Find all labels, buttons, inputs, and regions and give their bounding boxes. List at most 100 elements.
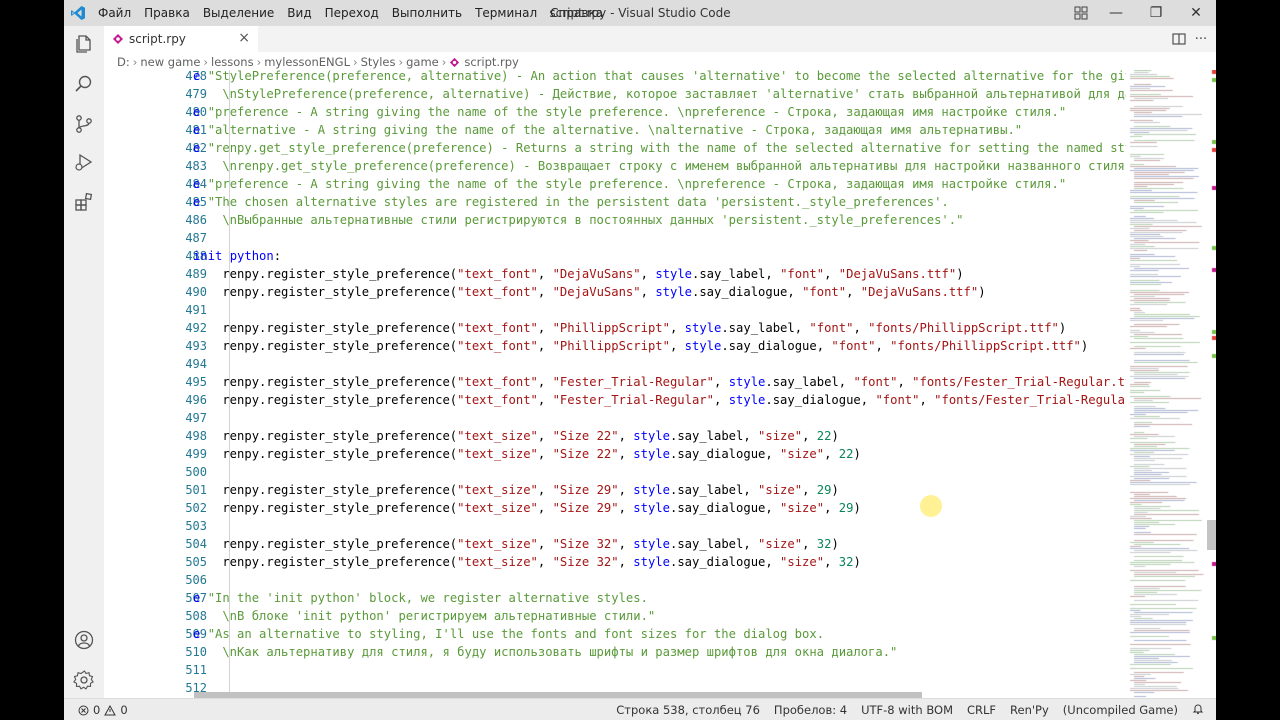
code-line[interactable]: e "alternative - A string giving the nam… [193,121,1022,139]
code-token: "fonts/Fester_Trial-Regular.tt [912,375,1126,389]
vertical-scrollbar-thumb[interactable] [1207,520,1216,550]
minimap[interactable] [1126,70,1216,698]
line-number: 505 [185,555,207,569]
code-line[interactable]: e "The chosen alternative styles are reg… [193,193,949,211]
code-token: "alternative - A string giving the name … [207,123,1023,137]
menu-item-1[interactable]: Правка [144,0,197,26]
code-line[interactable]: renpy.register_style_preference("text_si… [193,499,860,517]
code-editor[interactable]: 478 479 480 481 482 483 484 485 486 487 488 489 490 4… [104,70,1126,698]
menu-item-7[interactable]: Справка [550,0,610,26]
code-line[interactable]: e "As an alternative to styling, I'll us… [193,625,824,643]
code-token: "size" [780,501,825,515]
code-line[interactable]: renpy.register_style_preference("text_si… [193,427,838,445]
code-line[interactable]: renpy.register_style_preference("text_fo… [193,337,1088,355]
code-token: "font" [780,267,825,281]
error-icon [78,705,89,715]
code-line[interactable]: \nВ блоке 'init python' регистрируем аль… [193,607,655,625]
code-token: ) [853,447,861,461]
code-token: "size" [780,447,825,461]
code-token: init [193,249,230,263]
search-icon[interactable] [72,72,96,96]
source-control-icon[interactable] [72,112,96,136]
code-token: .say_label, [669,429,759,443]
code-area[interactable]: e "StylePreference(preference, alternati… [193,70,1126,698]
line-number: 479 [185,87,207,101]
code-line[interactable]: \nStylePreference(preference, alternativ… [193,85,1126,103]
breadcrumb-item[interactable]: script.rpy [464,55,519,69]
breadcrumb-item[interactable]: new game [140,55,200,69]
code-line[interactable]: renpy.register_style_preference("text_fo… [193,373,1126,391]
code-line[interactable]: renpy.register_style_preference("text_si… [193,481,838,499]
end-of-line[interactable]: CRLF [967,703,996,717]
split-editor-button[interactable] [1168,28,1190,50]
game-status[interactable]: (Uncompiled Game) [1063,703,1178,717]
extensions-icon[interactable] [72,190,96,214]
status-bar: 0 0 Строка 538, столбец 76 Пробелов: 4 U… [64,698,1216,720]
code-line[interactable]: \nrenpy.get_style_preference(preference)… [193,157,1126,175]
code-line[interactable]: renpy.register_style_preference("text_fo… [193,265,963,283]
code-token: 29 [838,501,854,515]
code-token: "preference - A string giving the name o… [207,105,1067,119]
code-line[interactable]: renpy.register_style_preference("text_si… [193,445,861,463]
tab-script-rpy[interactable]: script.rpy × [104,26,258,52]
settings-gear-icon[interactable] [72,668,96,692]
code-token: "text_font" [457,339,538,353]
code-token: "size" [758,537,803,551]
code-line[interactable]: renpy.register_style_preference("text_fo… [193,319,1066,337]
code-line[interactable]: renpy.register_style_preference("text_fo… [193,391,1126,409]
breadcrumb-item[interactable]: mylessonENGL [264,55,350,69]
chevron-right-icon: › [203,55,209,69]
code-token: , [846,285,861,299]
code-line[interactable]: e "preference - A string giving the name… [193,175,1066,193]
code-token: "renpy.get_style_preference(preference) … [207,141,1126,155]
code-line[interactable]: renpy.register_style_preference("text_fo… [193,283,985,301]
encoding[interactable]: UTF-8 with BOM [861,703,953,717]
code-line[interactable]: e "renpy.get_style_preference(preference… [193,139,1126,157]
breadcrumb-item[interactable]: game [406,55,439,69]
language-mode[interactable]: Ren'Py [1010,703,1049,717]
run-debug-icon[interactable] [72,150,96,174]
code-line[interactable]: e "In the 'init python' block, we regist… [193,589,648,607]
breadcrumb-item[interactable]: Styles [361,55,396,69]
code-line[interactable]: e "preference - A string giving the name… [193,103,1066,121]
notifications-bell-icon[interactable] [1192,703,1204,718]
code-token: style [633,483,670,497]
code-token: "text_size" [457,501,538,515]
menu-item-4[interactable]: Переход [325,0,386,26]
more-actions-button[interactable]: ··· [1190,28,1212,50]
line-number: 512 [185,681,207,695]
cursor-position[interactable]: Строка 538, столбец 76 [616,703,760,717]
customize-layout-button[interactable] [1066,0,1096,26]
code-token: "fonts/Fester_Trial-Regular [934,393,1126,407]
code-token: .say_dialogue, [765,393,876,407]
code-line[interactable]: init python: [193,247,281,265]
menu-item-6[interactable]: Терминал [475,0,544,26]
menu-item-2[interactable]: Выделение [203,0,281,26]
code-line[interactable]: e "StylePreference(preference, alternati… [193,70,1126,85]
explorer-icon[interactable] [72,32,96,56]
tab-close-icon[interactable]: × [238,30,250,46]
minimize-button[interactable]: — [1096,0,1136,26]
line-number: 478 [185,70,207,83]
code-line[interactable]: \nКак альтернативу для стиля, я буду исп… [193,643,897,661]
breadcrumb-item[interactable]: D: [117,55,130,69]
code-token: , [897,375,913,389]
breadcrumb-item[interactable]: lessons [211,55,254,69]
code-line[interactable]: renpy.register_style_preference("text_si… [193,553,861,571]
problems-indicator[interactable]: 0 0 [78,699,128,720]
menu-item-0[interactable]: Файл [98,0,138,26]
code-token: ) [853,555,861,569]
code-token: ) [1080,339,1089,353]
line-number: 499 [185,447,207,461]
account-icon[interactable] [72,628,96,652]
menu-item-3[interactable]: Вид [287,0,318,26]
menu-item-5[interactable]: Выполнить [392,0,469,26]
code-token: e [193,123,208,137]
indentation[interactable]: Пробелов: 4 [774,703,847,717]
maximize-button[interactable]: ❐ [1136,0,1176,26]
code-line[interactable]: renpy.register_style_preference("text_si… [193,535,838,553]
code-token: renpy.register_style_preference( [193,285,458,299]
close-button[interactable]: ✕ [1176,0,1216,26]
code-token: style [684,321,722,335]
code-line[interactable]: \nВыбранные альтернативные стили регистр… [193,211,963,229]
